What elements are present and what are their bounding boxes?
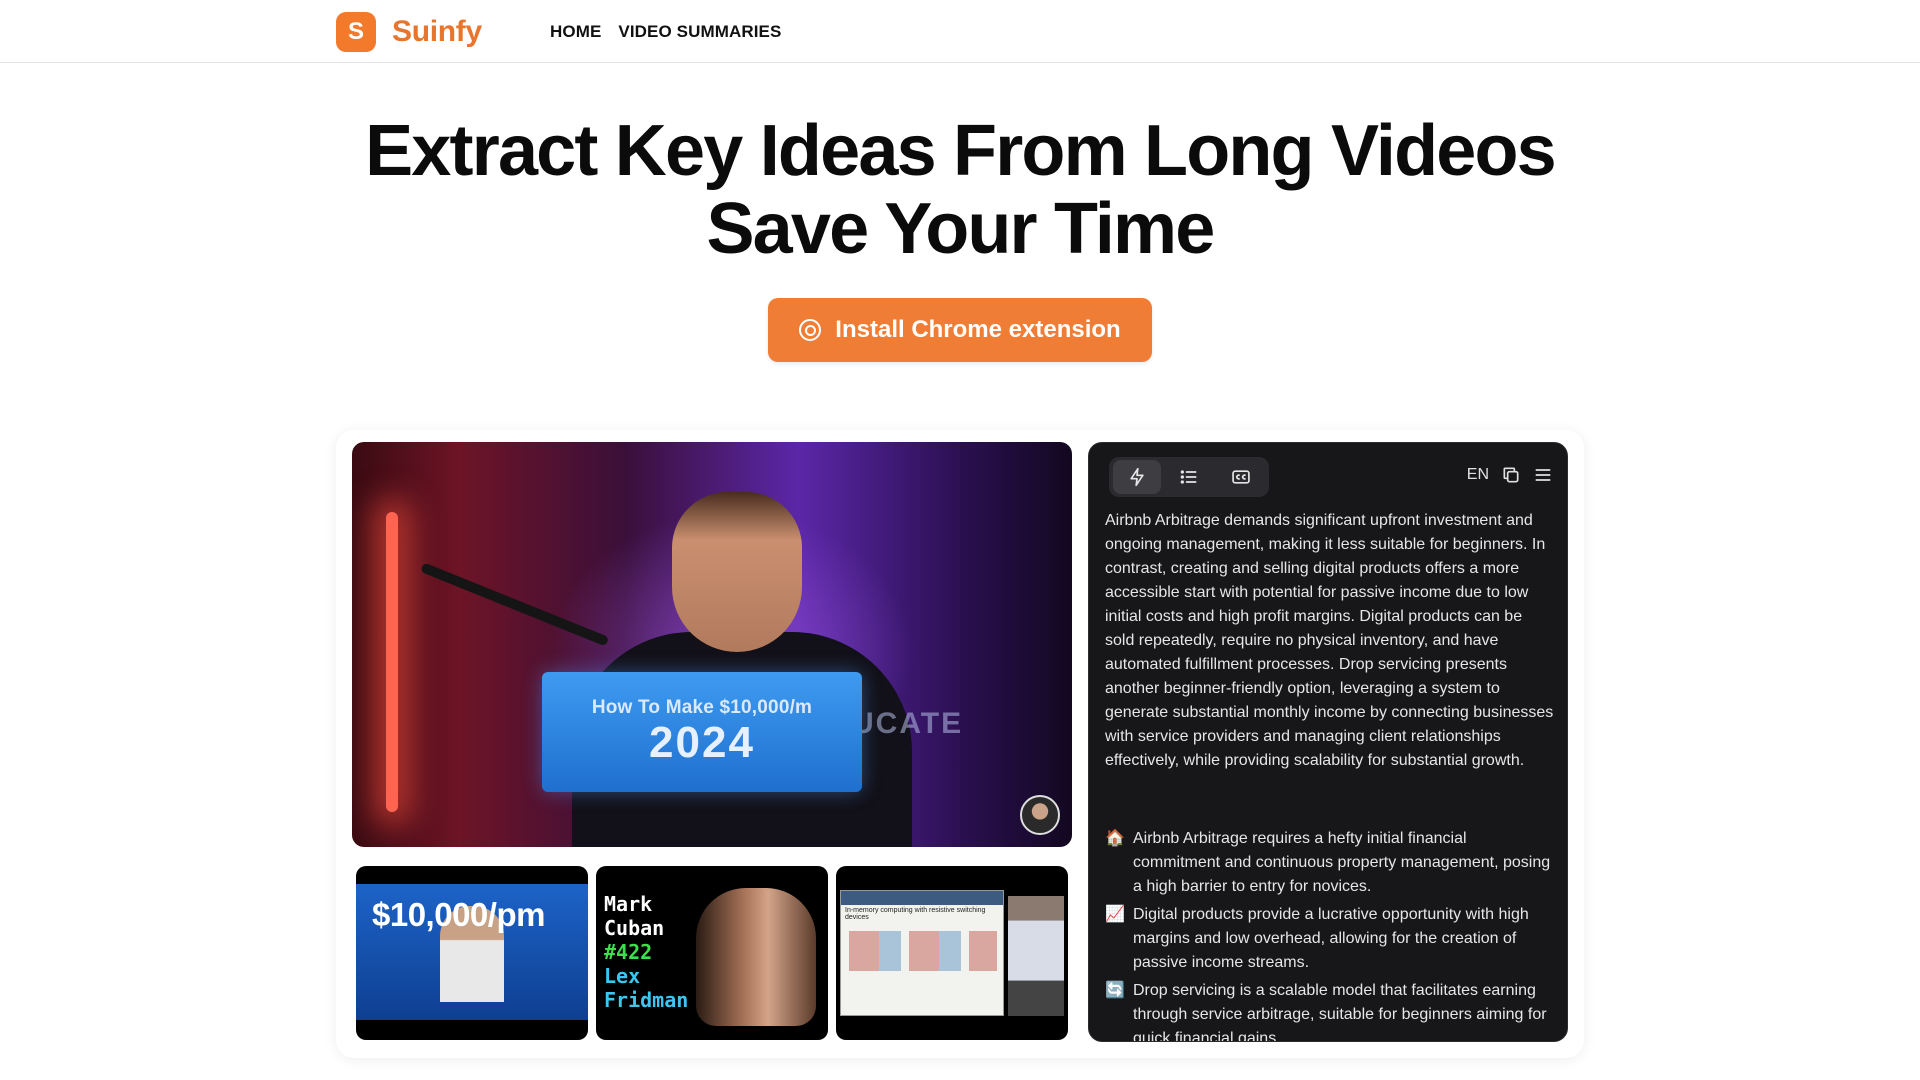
thumbnail-1[interactable]: $10,000/pm bbox=[356, 866, 588, 1040]
thumbnail-3-slide: In-memory computing with resistive switc… bbox=[840, 890, 1004, 1016]
thumbnail-2-line: Lex bbox=[604, 964, 641, 988]
chrome-icon bbox=[799, 319, 822, 341]
thumbnail-2-line: Cuban bbox=[604, 916, 665, 940]
cta-label: Install Chrome extension bbox=[835, 316, 1121, 343]
nav-home-link[interactable]: HOME bbox=[550, 22, 601, 42]
list-icon bbox=[1180, 470, 1197, 484]
thumbnail-2-line: Mark bbox=[604, 892, 653, 916]
video-title-banner: How To Make $10,000/m 2024 bbox=[542, 672, 862, 792]
copy-icon[interactable] bbox=[1501, 465, 1521, 485]
slide-header bbox=[841, 891, 1003, 905]
lightning-icon bbox=[1130, 467, 1144, 487]
slide-figures bbox=[849, 931, 997, 971]
arrows-cycle-icon: 🔄 bbox=[1105, 982, 1125, 999]
key-point: 🔄 Drop servicing is a scalable model tha… bbox=[1105, 979, 1555, 1042]
key-point-text: Digital products provide a lucrative opp… bbox=[1133, 906, 1529, 971]
chart-up-icon: 📈 bbox=[1105, 906, 1125, 923]
nav-video-summaries-link[interactable]: VIDEO SUMMARIES bbox=[618, 22, 781, 42]
transcript-tab[interactable] bbox=[1217, 460, 1265, 494]
slide-title: In-memory computing with resistive switc… bbox=[845, 907, 986, 921]
cc-icon bbox=[1232, 470, 1250, 484]
main-video-player[interactable]: UCATE How To Make $10,000/m 2024 bbox=[352, 442, 1072, 847]
key-point: 🏠 Airbnb Arbitrage requires a hefty init… bbox=[1105, 827, 1555, 899]
channel-avatar[interactable] bbox=[1020, 795, 1060, 835]
mic-arm bbox=[420, 562, 610, 647]
summary-panel: EN Airbnb Arbitrage demands significant … bbox=[1088, 442, 1568, 1042]
panel-tabs bbox=[1109, 457, 1269, 497]
summary-tab[interactable] bbox=[1113, 460, 1161, 494]
language-selector[interactable]: EN bbox=[1467, 466, 1489, 484]
key-points-list: 🏠 Airbnb Arbitrage requires a hefty init… bbox=[1105, 827, 1555, 1042]
key-point-text: Airbnb Arbitrage requires a hefty initia… bbox=[1133, 830, 1551, 895]
thumbnail-3[interactable]: In-memory computing with resistive switc… bbox=[836, 866, 1068, 1040]
neon-lamp bbox=[386, 512, 398, 812]
menu-icon[interactable] bbox=[1533, 465, 1553, 485]
brand-name: Suinfy bbox=[392, 15, 482, 48]
thumbnail-2-face bbox=[696, 888, 816, 1026]
panel-actions: EN bbox=[1467, 465, 1553, 485]
thumbnail-2-line: Fridman bbox=[604, 988, 689, 1012]
presenter-head bbox=[672, 492, 802, 652]
logo-mark: S bbox=[336, 12, 376, 52]
thumbnail-1-title: $10,000/pm bbox=[372, 896, 545, 933]
top-header: S Suinfy HOME VIDEO SUMMARIES bbox=[0, 0, 1920, 63]
thumbnail-2-line: #422 bbox=[604, 940, 653, 964]
banner-line-1: How To Make $10,000/m bbox=[591, 697, 813, 718]
hero-title-line-2: Save Your Time bbox=[706, 189, 1215, 269]
hero-title: Extract Key Ideas From Long Videos Save … bbox=[0, 112, 1920, 268]
hero-title-line-1: Extract Key Ideas From Long Videos bbox=[365, 111, 1557, 191]
summary-text: Airbnb Arbitrage demands significant upf… bbox=[1105, 512, 1554, 769]
thumbnail-2-text: Mark Cuban #422 Lex Fridman bbox=[604, 892, 688, 1012]
main-nav: HOME VIDEO SUMMARIES bbox=[550, 22, 781, 42]
key-point: 📈 Digital products provide a lucrative o… bbox=[1105, 903, 1555, 975]
background-brand-text: UCATE bbox=[852, 707, 964, 740]
key-point-text: Drop servicing is a scalable model that … bbox=[1133, 982, 1547, 1042]
install-chrome-extension-button[interactable]: Install Chrome extension bbox=[768, 298, 1152, 362]
banner-line-2: 2024 bbox=[649, 718, 755, 767]
outline-tab[interactable] bbox=[1165, 460, 1213, 494]
thumbnail-2[interactable]: Mark Cuban #422 Lex Fridman bbox=[596, 866, 828, 1040]
house-icon: 🏠 bbox=[1105, 830, 1125, 847]
logo[interactable]: S Suinfy bbox=[336, 12, 482, 52]
thumbnail-3-speaker bbox=[1008, 896, 1064, 1016]
video-thumbnails: $10,000/pm Mark Cuban #422 Lex Fridman I… bbox=[356, 866, 1068, 1040]
